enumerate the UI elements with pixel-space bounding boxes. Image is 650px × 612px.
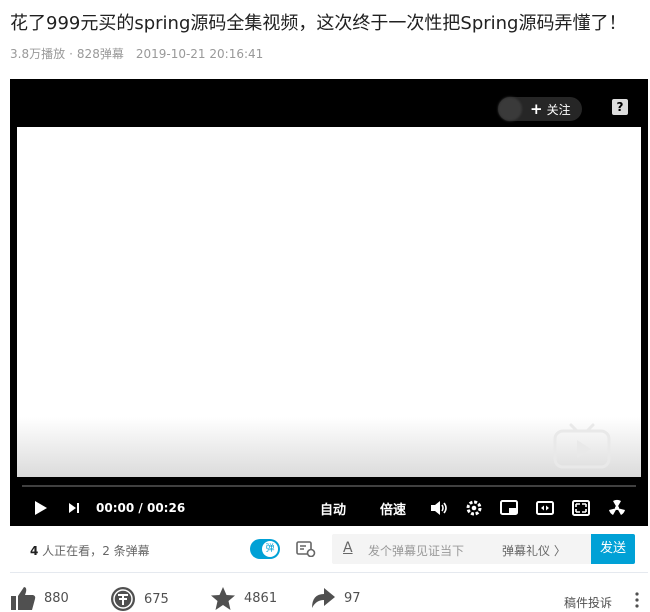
live-danmaku-count: 2: [102, 544, 110, 558]
live-danmaku-text: 条弹幕: [109, 544, 150, 558]
fullscreen-button[interactable]: [608, 499, 626, 517]
like-count: 880: [44, 590, 69, 606]
web-fullscreen-button[interactable]: [572, 500, 590, 516]
danmaku-style-icon[interactable]: A: [343, 540, 353, 556]
danmaku-bar: 4 人正在看，2 条弹幕 弹 A 发个弹幕见证当下 弹幕礼仪 〉 发送: [10, 526, 648, 573]
time-separator: /: [138, 501, 143, 515]
help-icon[interactable]: ?: [612, 99, 628, 115]
action-bar: 880 675 4861 97 稿件投诉: [10, 586, 650, 612]
danmaku-settings-icon[interactable]: [296, 541, 316, 557]
more-vertical-icon[interactable]: [635, 592, 639, 608]
next-button[interactable]: [66, 502, 82, 514]
progress-bar[interactable]: [22, 485, 636, 487]
web-fullscreen-icon: [572, 500, 590, 516]
danmaku-input[interactable]: A 发个弹幕见证当下 弹幕礼仪 〉 发送: [332, 534, 635, 564]
quality-button[interactable]: 自动: [320, 499, 346, 518]
danmaku-total: 828弹幕: [76, 47, 124, 61]
share-arrow-icon: [312, 588, 335, 608]
volume-button[interactable]: [430, 500, 448, 516]
danmaku-placeholder: 发个弹幕见证当下: [368, 544, 465, 558]
coin-button[interactable]: 675: [110, 586, 169, 612]
picture-in-picture-button[interactable]: [500, 500, 518, 516]
video-meta: 3.8万播放 · 828弹幕 2019-10-21 20:16:41: [10, 45, 263, 62]
send-button[interactable]: 发送: [591, 534, 635, 564]
player-controls: 00:00 / 00:26 自动 倍速: [10, 495, 648, 521]
follow-button[interactable]: + 关注: [498, 97, 582, 121]
viewer-text: 人正在看，: [38, 544, 103, 558]
time-total: 00:26: [146, 501, 186, 515]
coin-count: 675: [144, 591, 169, 607]
star-icon: [211, 587, 235, 610]
pip-icon: [500, 500, 518, 515]
danmaku-toggle-knob: 弹: [262, 541, 278, 557]
time-current: 00:00: [96, 501, 135, 515]
play-icon: [35, 501, 47, 515]
publish-date: 2019-10-21 20:16:41: [135, 47, 264, 61]
share-count: 97: [344, 590, 361, 606]
favorite-count: 4861: [244, 591, 278, 606]
favorite-button[interactable]: 4861: [210, 586, 277, 611]
play-button[interactable]: [32, 500, 50, 516]
video-player[interactable]: + 关注 ? 00:00 / 00:26 自动 倍速: [10, 79, 648, 526]
settings-button[interactable]: [465, 499, 483, 517]
meta-separator: ·: [69, 47, 73, 61]
screen-shade: [17, 417, 641, 477]
danmaku-toggle[interactable]: 弹: [250, 539, 280, 559]
uploader-avatar: [498, 97, 522, 121]
video-screen[interactable]: [17, 127, 641, 477]
widescreen-icon: [536, 501, 554, 515]
fullscreen-icon: [609, 499, 625, 515]
viewer-info: 4 人正在看，2 条弹幕: [30, 542, 150, 559]
danmaku-etiquette-link[interactable]: 弹幕礼仪 〉: [502, 542, 566, 559]
next-icon: [69, 503, 79, 513]
widescreen-button[interactable]: [536, 501, 554, 515]
video-title: 花了999元买的spring源码全集视频，这次终于一次性把Spring源码弄懂了…: [10, 13, 627, 34]
bilibili-tv-logo-icon: [553, 423, 611, 469]
volume-icon: [431, 501, 447, 515]
share-button[interactable]: 97: [310, 586, 361, 610]
report-link[interactable]: 稿件投诉: [564, 594, 612, 611]
speed-button[interactable]: 倍速: [380, 499, 406, 518]
follow-label: 关注: [546, 102, 571, 117]
gear-icon: [466, 500, 482, 516]
like-button[interactable]: 880: [10, 586, 69, 610]
coin-icon: [111, 587, 135, 611]
play-count: 3.8万播放: [10, 47, 66, 61]
time-display: 00:00 / 00:26: [96, 501, 185, 515]
plus-icon: +: [530, 100, 543, 118]
thumbs-up-icon: [11, 587, 36, 610]
